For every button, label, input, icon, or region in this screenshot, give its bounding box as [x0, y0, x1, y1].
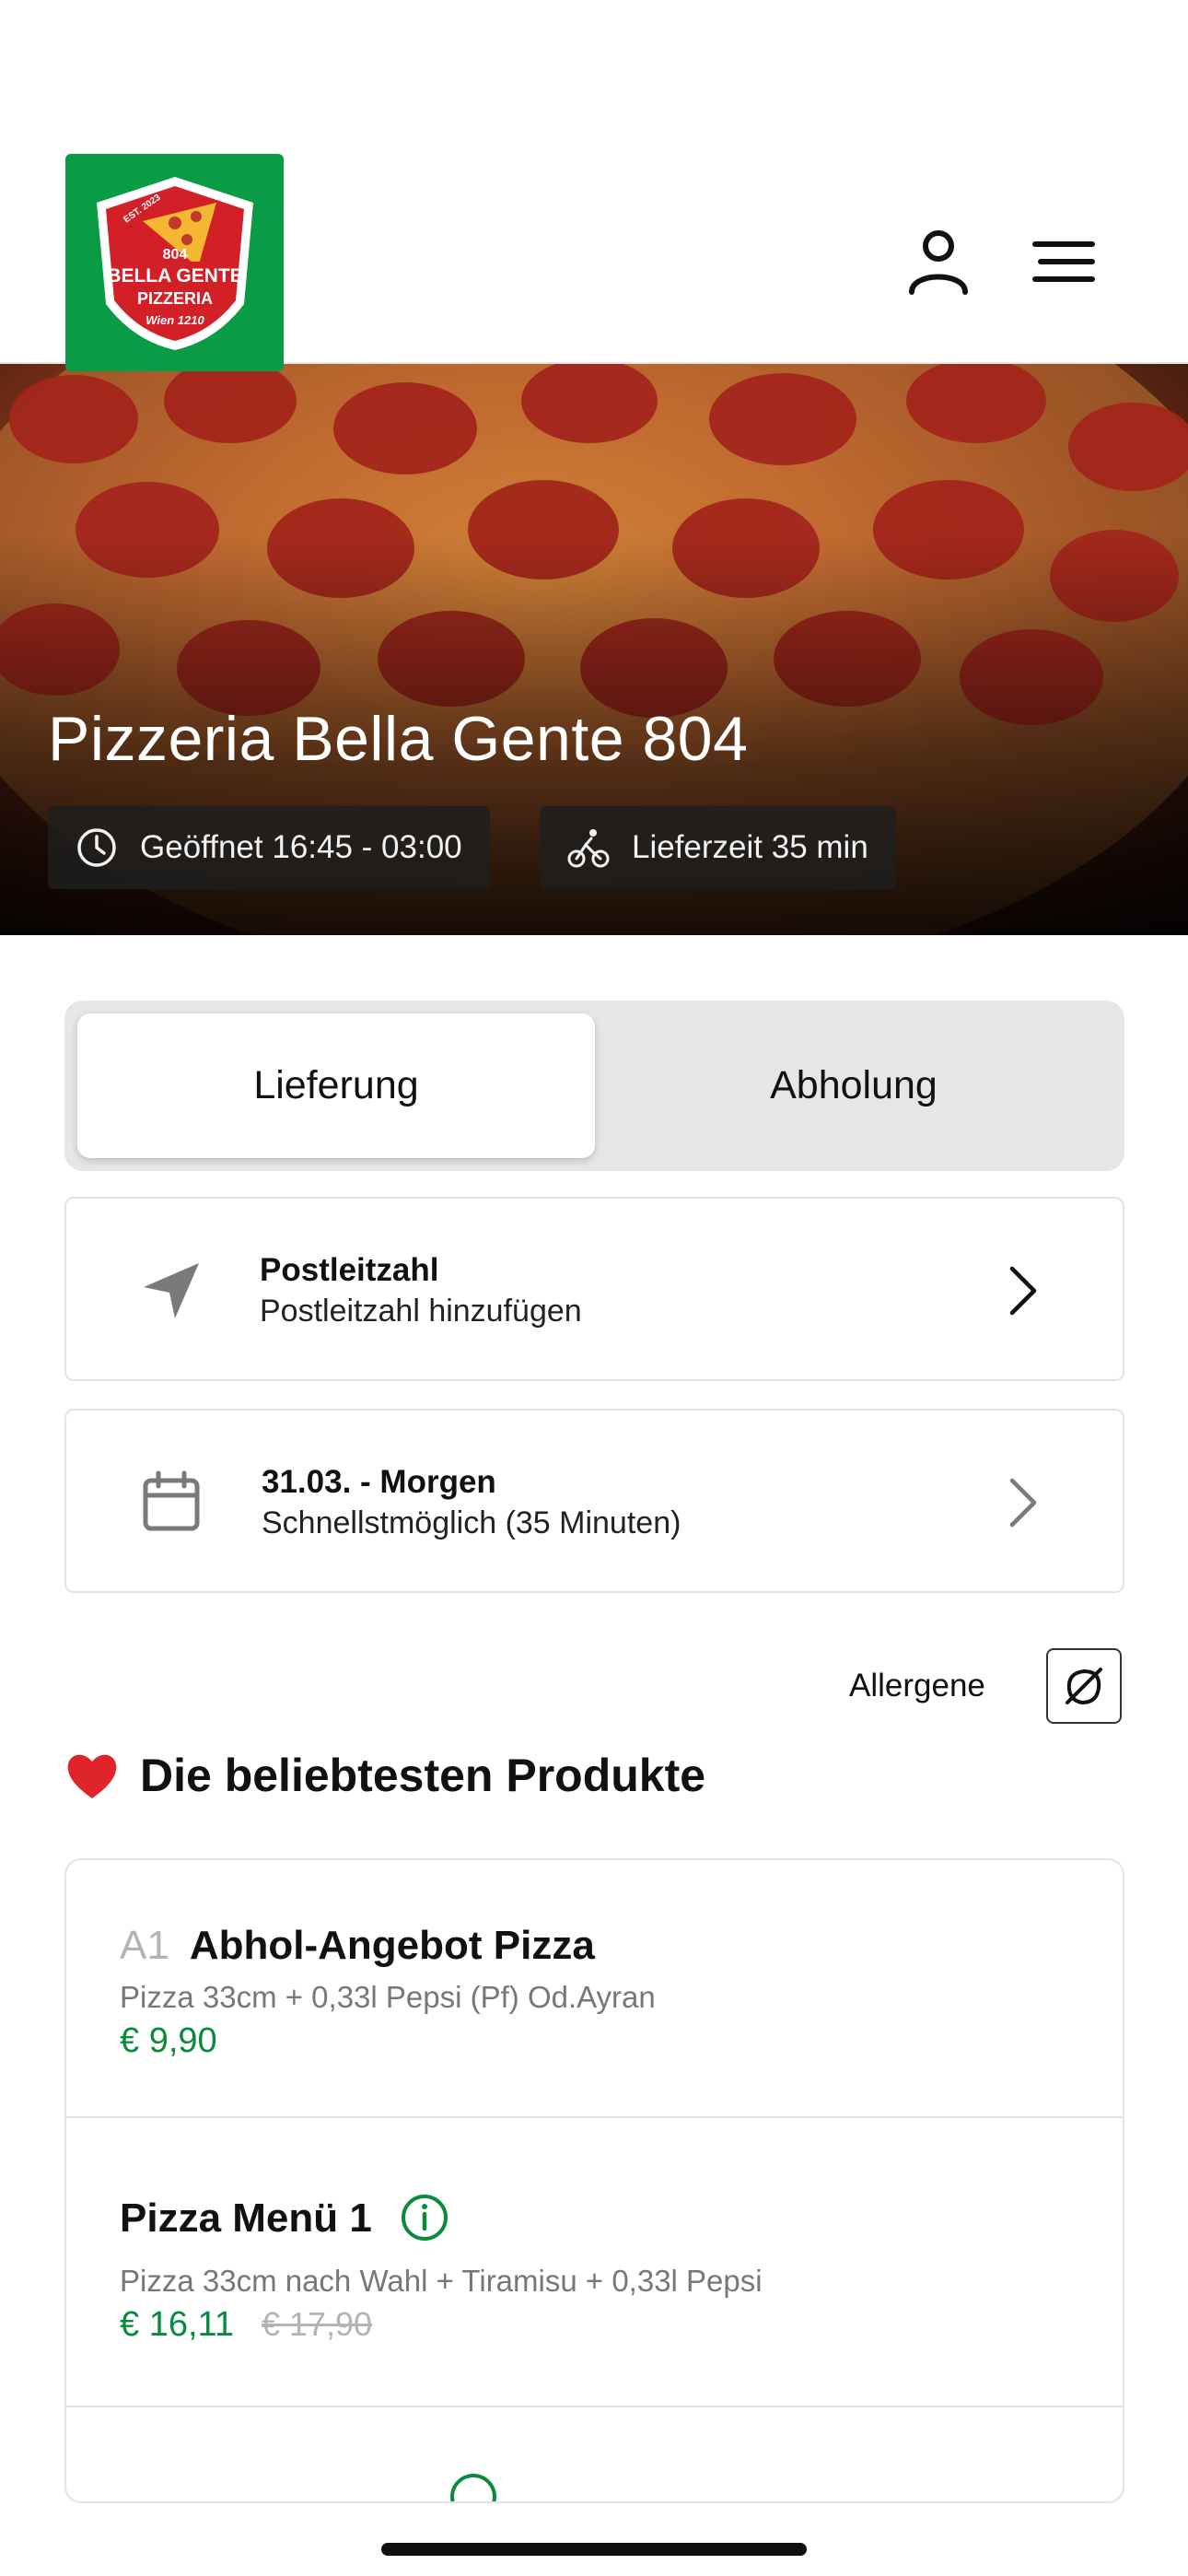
tab-delivery[interactable]: Lieferung: [77, 1013, 595, 1158]
info-icon[interactable]: [400, 2193, 449, 2242]
order-mode-toggle: Lieferung Abholung: [64, 1001, 1124, 1171]
chevron-right-icon: [997, 1263, 1049, 1318]
delivery-time-selector[interactable]: 31.03. - Morgen Schnellstmöglich (35 Min…: [64, 1409, 1124, 1593]
product-description: Pizza 33cm nach Wahl + Tiramisu + 0,33l …: [120, 2264, 763, 2298]
hero-banner: Pizzeria Bella Gente 804 Geöffnet 16:45 …: [0, 364, 1188, 935]
allergen-filter-button[interactable]: [1046, 1648, 1122, 1724]
product-card[interactable]: A1 Abhol-Angebot Pizza Pizza 33cm + 0,33l…: [66, 1860, 1123, 2118]
heart-icon: [67, 1754, 117, 1798]
app-screen: 804 BELLA GENTE PIZZERIA Wien 1210 EST. …: [0, 0, 1188, 2576]
product-code: A1: [120, 1923, 169, 1968]
bicycle-courier-icon: [567, 829, 610, 868]
product-name: A1 Abhol-Angebot Pizza: [120, 1923, 595, 1968]
product-price-row: € 16,11 € 17,90: [120, 2305, 372, 2345]
product-old-price: € 17,90: [261, 2305, 373, 2343]
delivery-time-chip: Lieferzeit 35 min: [540, 806, 896, 889]
product-card[interactable]: Pizza Menü 1 Pizza 33cm nach Wahl + Tira…: [66, 2118, 1123, 2407]
product-description: Pizza 33cm + 0,33l Pepsi (Pf) Od.Ayran: [120, 1980, 656, 2014]
product-card[interactable]: [66, 2407, 1123, 2501]
product-price: € 9,90: [120, 2021, 217, 2060]
location-arrow-icon: [133, 1252, 210, 1329]
popular-products-list: A1 Abhol-Angebot Pizza Pizza 33cm + 0,33l…: [64, 1858, 1124, 2503]
restaurant-logo[interactable]: 804 BELLA GENTE PIZZERIA Wien 1210 EST. …: [65, 154, 284, 371]
user-icon[interactable]: [903, 226, 974, 298]
opening-hours-text: Geöffnet 16:45 - 03:00: [140, 829, 462, 865]
postcode-selector[interactable]: Postleitzahl Postleitzahl hinzufügen: [64, 1197, 1124, 1381]
logo-subname: PIZZERIA: [136, 289, 212, 308]
postcode-title: Postleitzahl: [260, 1252, 439, 1288]
allergens-label[interactable]: Allergene: [849, 1668, 985, 1704]
restaurant-name: Pizzeria Bella Gente 804: [48, 704, 749, 774]
product-price: € 16,11: [120, 2305, 234, 2344]
chevron-right-icon: [997, 1475, 1049, 1530]
product-name: Pizza Menü 1: [120, 2195, 372, 2241]
logo-name: BELLA GENTE: [107, 265, 242, 287]
calendar-icon: [133, 1464, 210, 1541]
clock-icon: [77, 828, 116, 867]
logo-city: Wien 1210: [146, 313, 204, 327]
postcode-subtitle: Postleitzahl hinzufügen: [260, 1294, 582, 1329]
info-icon: [450, 2474, 496, 2501]
opening-hours-chip: Geöffnet 16:45 - 03:00: [48, 806, 490, 889]
hamburger-menu-icon[interactable]: [1028, 226, 1100, 298]
logo-badge: 804: [162, 247, 187, 263]
delivery-date-title: 31.03. - Morgen: [262, 1464, 496, 1500]
tab-pickup[interactable]: Abholung: [595, 1013, 1112, 1158]
home-indicator[interactable]: [381, 2543, 807, 2556]
allergen-filter-icon: [1066, 1668, 1102, 1705]
delivery-time-text: Lieferzeit 35 min: [632, 829, 868, 865]
delivery-date-subtitle: Schnellstmöglich (35 Minuten): [262, 1505, 681, 1540]
popular-products-title: Die beliebtesten Produkte: [64, 1749, 705, 1802]
